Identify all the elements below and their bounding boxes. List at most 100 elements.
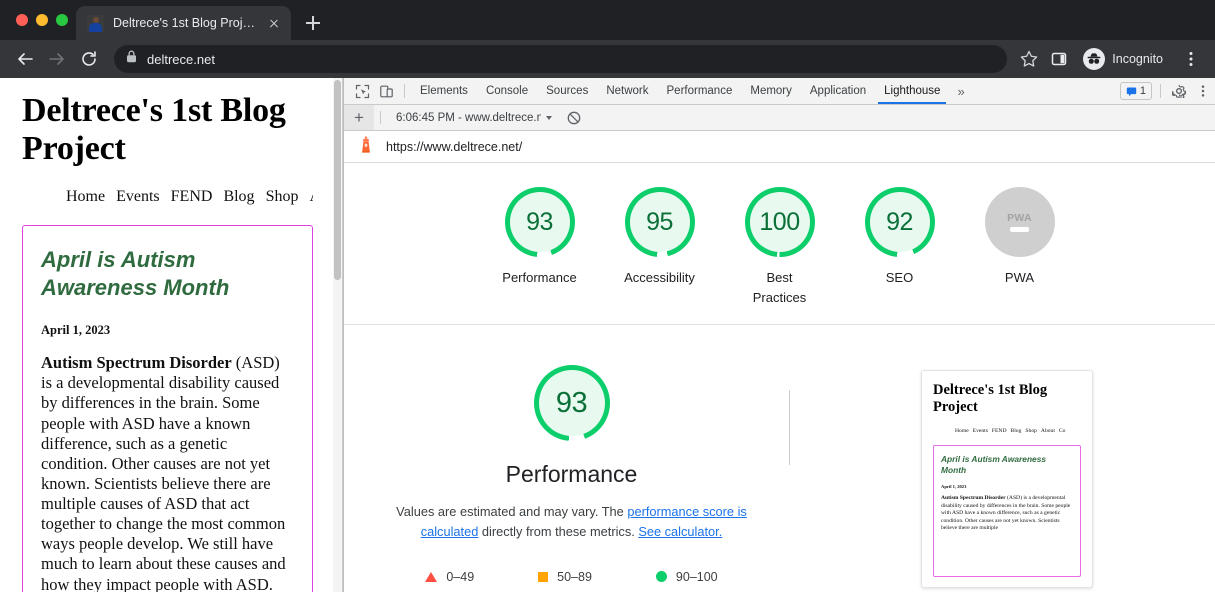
thumbnail-post-lead: Autism Spectrum Disorder bbox=[941, 495, 1006, 502]
favicon-icon bbox=[87, 14, 104, 32]
gauge-ring-pwa: PWA bbox=[984, 187, 1055, 257]
post-body: Autism Spectrum Disorder (ASD) is a deve… bbox=[41, 353, 294, 592]
pwa-badge-text: PWA bbox=[1007, 212, 1032, 224]
gauge-ring-seo: 92 bbox=[864, 187, 935, 257]
nav-item-shop[interactable]: Shop bbox=[266, 188, 299, 205]
page-scrollbar[interactable] bbox=[333, 78, 342, 592]
desc-text-1: Values are estimated and may vary. The bbox=[396, 504, 628, 520]
legend-item-fail: 0–49 bbox=[425, 570, 474, 584]
page-viewport: Deltrece's 1st Blog Project Home Events FE… bbox=[0, 78, 343, 592]
post-text: (ASD) is a developmental disability caus… bbox=[41, 353, 286, 592]
gauge-label-pwa: PWA bbox=[1004, 270, 1035, 285]
tab-lighthouse[interactable]: Lighthouse bbox=[875, 78, 949, 104]
nav-item-fend[interactable]: FEND bbox=[171, 188, 213, 205]
tab-elements[interactable]: Elements bbox=[411, 78, 477, 104]
gauge-score-performance: 93 bbox=[526, 207, 553, 236]
close-window-button[interactable] bbox=[16, 14, 28, 26]
thumbnail-post-date: April 1, 2023 bbox=[941, 484, 967, 490]
category-score: 93 bbox=[555, 386, 588, 419]
legend-range-fail: 0–49 bbox=[446, 569, 475, 584]
gauge-accessibility[interactable]: 95 Accessibility bbox=[612, 187, 708, 308]
thumbnail-post-body: Autism Spectrum Disorder (ASD) is a deve… bbox=[941, 495, 1073, 532]
run-selector-dropdown[interactable]: 6:06:45 PM - www.deltrece.ne bbox=[387, 105, 561, 130]
address-bar[interactable]: deltrece.net bbox=[114, 45, 1008, 73]
more-tabs-icon[interactable]: » bbox=[949, 78, 972, 104]
section-divider bbox=[789, 390, 790, 466]
issues-badge[interactable]: 1 bbox=[1119, 82, 1152, 100]
see-calculator-link[interactable]: See calculator. bbox=[638, 524, 722, 539]
close-tab-icon[interactable] bbox=[265, 14, 283, 32]
thumb-nav-fend: FEND bbox=[991, 427, 1007, 434]
bookmark-star-icon[interactable] bbox=[1015, 45, 1043, 73]
gauge-pwa[interactable]: PWA PWA bbox=[972, 187, 1068, 308]
nav-item-events[interactable]: Events bbox=[116, 188, 160, 205]
gauge-best-practices[interactable]: 100 Best Practices bbox=[732, 187, 828, 308]
gauge-performance[interactable]: 93 Performance bbox=[492, 187, 588, 308]
thumbnail-post-card: April is Autism Awareness Month April 1,… bbox=[933, 444, 1081, 577]
gauge-label-seo: SEO bbox=[885, 270, 914, 285]
nav-item-blog[interactable]: Blog bbox=[223, 188, 254, 205]
lighthouse-icon bbox=[358, 135, 374, 158]
category-summary: 93 Performance Values are estimated and … bbox=[344, 365, 799, 588]
incognito-icon bbox=[1083, 48, 1106, 70]
devtools-tabbar: Elements Console Sources Network Perform… bbox=[344, 78, 1215, 105]
forward-button[interactable] bbox=[42, 44, 72, 74]
page-scrollbar-thumb[interactable] bbox=[334, 80, 341, 280]
device-toolbar-icon[interactable] bbox=[374, 78, 398, 104]
thumbnail-nav: Home Events FEND Blog Shop About Co bbox=[933, 428, 1081, 434]
tab-application[interactable]: Application bbox=[801, 78, 875, 104]
tab-sources[interactable]: Sources bbox=[537, 78, 597, 104]
audited-url-text: https://www.deltrece.net/ bbox=[386, 139, 523, 154]
clear-reports-icon[interactable] bbox=[561, 105, 587, 130]
tab-strip: Deltrece's 1st Blog Project bbox=[0, 0, 1215, 40]
category-title: Performance bbox=[505, 461, 638, 488]
maximize-window-button[interactable] bbox=[56, 14, 68, 26]
devtools-menu-icon[interactable] bbox=[1191, 78, 1215, 104]
gauge-label-line1: Best bbox=[766, 270, 793, 285]
issues-icon bbox=[1126, 87, 1137, 96]
back-button[interactable] bbox=[10, 44, 40, 74]
thumb-nav-contact: Co bbox=[1058, 427, 1066, 434]
legend-item-pass: 90–100 bbox=[655, 570, 718, 584]
tab-network[interactable]: Network bbox=[597, 78, 657, 104]
tab-performance[interactable]: Performance bbox=[658, 78, 742, 104]
page-screenshot-thumbnail: Deltrece's 1st Blog Project Home Events FE… bbox=[921, 370, 1093, 589]
window-controls bbox=[10, 0, 76, 40]
reload-button[interactable] bbox=[74, 44, 104, 74]
run-selector-label: 6:06:45 PM - www.deltrece.ne bbox=[396, 111, 541, 124]
page-title: Deltrece's 1st Blog Project bbox=[22, 92, 286, 168]
gauge-ring-performance: 93 bbox=[504, 187, 575, 257]
settings-gear-icon[interactable] bbox=[1167, 78, 1191, 104]
chevron-down-icon bbox=[546, 115, 552, 120]
browser-menu-icon[interactable] bbox=[1177, 45, 1205, 73]
browser-window: Deltrece's 1st Blog Project deltrece.net bbox=[0, 0, 1215, 592]
address-bar-text: deltrece.net bbox=[147, 51, 215, 67]
thumbnail-site-title: Deltrece's 1st Blog Project bbox=[933, 382, 1048, 415]
new-tab-button[interactable] bbox=[299, 9, 327, 37]
minimize-window-button[interactable] bbox=[36, 14, 48, 26]
audited-url-bar: https://www.deltrece.net/ bbox=[344, 131, 1215, 163]
thumb-nav-about: About bbox=[1040, 427, 1055, 434]
nav-item-home[interactable]: Home bbox=[66, 188, 105, 205]
tab-memory[interactable]: Memory bbox=[741, 78, 801, 104]
tab-console[interactable]: Console bbox=[477, 78, 537, 104]
side-panel-icon[interactable] bbox=[1045, 45, 1073, 73]
screenshot-preview-area: Deltrece's 1st Blog Project Home Events FE… bbox=[799, 365, 1215, 589]
desc-text-2: directly from these metrics. bbox=[478, 524, 639, 540]
gauge-seo[interactable]: 92 SEO bbox=[852, 187, 948, 308]
blog-post-card: April is Autism Awareness Month April 1,… bbox=[22, 225, 313, 592]
incognito-profile-button[interactable]: Incognito bbox=[1079, 44, 1175, 74]
lighthouse-report: 93 Performance 95 Accessibility 100 Best… bbox=[344, 163, 1215, 592]
triangle-marker-icon bbox=[425, 571, 438, 582]
post-date: April 1, 2023 bbox=[41, 323, 111, 338]
legend-item-average: 50–89 bbox=[538, 570, 592, 584]
post-title: April is Autism Awareness Month bbox=[41, 247, 230, 300]
badge-divider bbox=[1160, 84, 1161, 98]
gauge-score-accessibility: 95 bbox=[646, 207, 673, 236]
inspect-element-icon[interactable] bbox=[350, 78, 374, 104]
gauge-score-seo: 92 bbox=[886, 207, 913, 236]
browser-tab[interactable]: Deltrece's 1st Blog Project bbox=[76, 6, 291, 40]
tab-title: Deltrece's 1st Blog Project bbox=[113, 16, 256, 30]
nav-item-about[interactable]: About bbox=[309, 188, 313, 205]
new-audit-button[interactable]: + bbox=[344, 105, 374, 130]
